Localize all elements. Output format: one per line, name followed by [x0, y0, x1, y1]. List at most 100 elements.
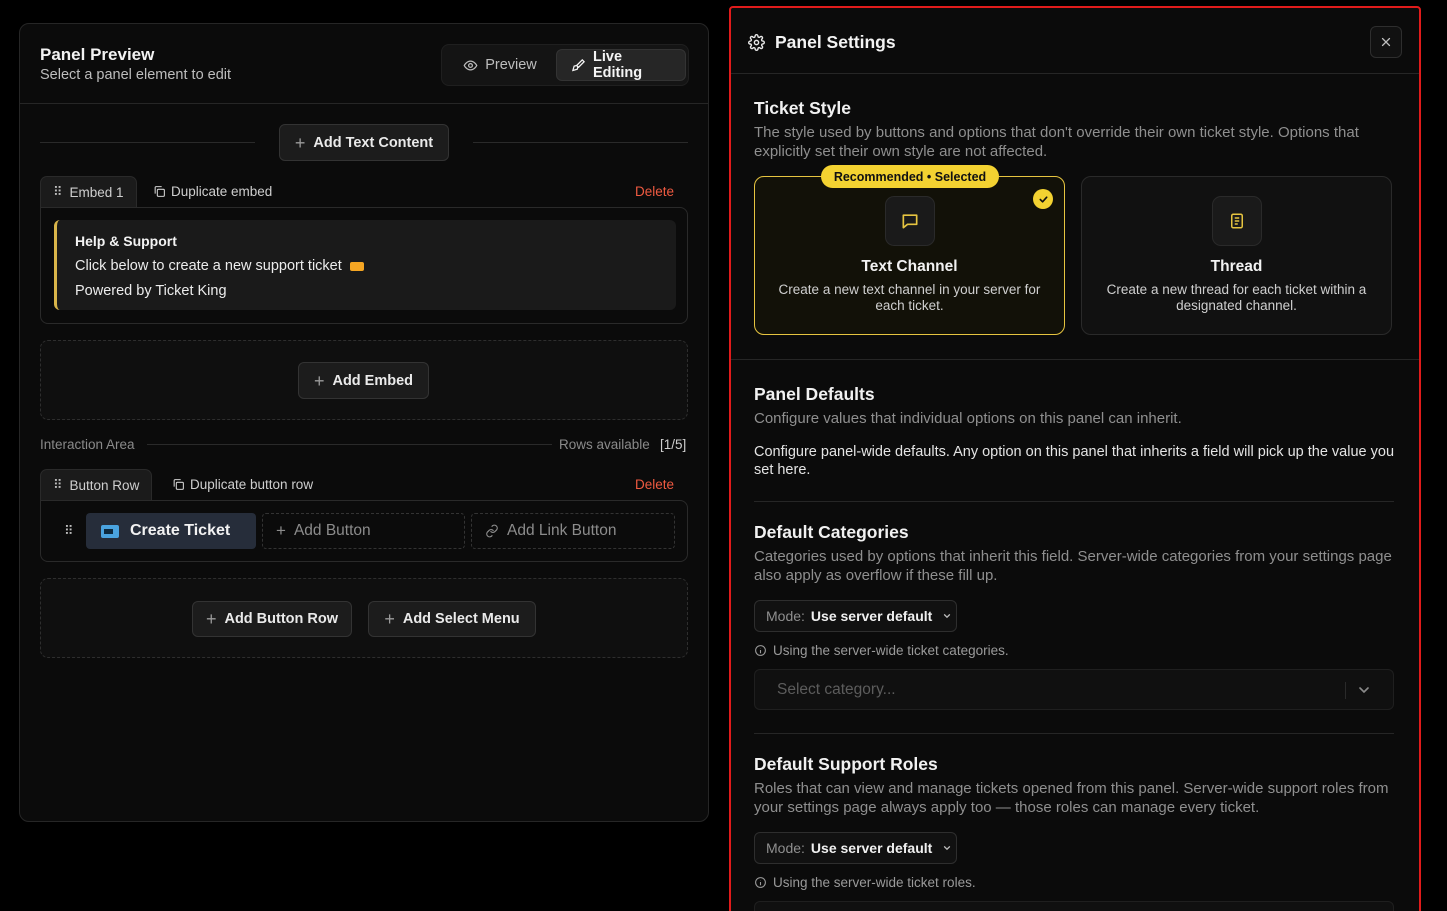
categories-mode-select[interactable]: Mode: Use server default [754, 600, 957, 632]
live-editing-button[interactable]: Live Editing [556, 49, 686, 81]
rows-available-count: [1/5] [660, 437, 687, 452]
add-link-button-label: Add Link Button [507, 522, 617, 539]
duplicate-embed-label: Duplicate embed [171, 184, 273, 199]
interaction-area-label: Interaction Area [40, 437, 135, 452]
roles-mode-select[interactable]: Mode: Use server default [754, 832, 957, 864]
tab-embed-1[interactable]: ⠿ Embed 1 [40, 176, 137, 207]
select-separator [1345, 682, 1346, 699]
plus-icon: + [313, 370, 325, 391]
close-icon [1380, 36, 1392, 48]
mode-label: Mode: [766, 608, 805, 624]
roles-info: Using the server-wide ticket roles. [754, 875, 976, 890]
panel-settings-title: Panel Settings [775, 32, 896, 52]
chevron-down-icon [942, 843, 952, 853]
panel-defaults-heading: Panel Defaults [754, 384, 875, 404]
panel-defaults-note: Configure panel-wide defaults. Any optio… [754, 444, 1395, 478]
delete-embed-button[interactable]: Delete [635, 184, 674, 199]
close-button[interactable] [1370, 26, 1402, 58]
add-embed-area: + Add Embed [40, 340, 688, 420]
embed-tab-label: Embed 1 [69, 184, 124, 200]
embed-card[interactable]: Help & Support Click below to create a n… [54, 220, 676, 310]
category-select-placeholder: Select category... [777, 681, 896, 698]
roles-info-text: Using the server-wide ticket roles. [773, 875, 976, 890]
info-icon [754, 644, 767, 657]
divider [473, 142, 688, 143]
embed-footer: Powered by Ticket King [75, 283, 227, 299]
duplicate-embed-button[interactable]: Duplicate embed [153, 184, 272, 199]
mode-label: Mode: [766, 840, 805, 856]
text-channel-description: Create a new text channel in your server… [778, 282, 1041, 313]
default-support-roles-description: Roles that can view and manage tickets o… [754, 780, 1389, 816]
button-row-tab-label: Button Row [69, 477, 140, 493]
brush-icon [571, 58, 586, 73]
duplicate-button-row-button[interactable]: Duplicate button row [172, 477, 313, 492]
delete-button-row-button[interactable]: Delete [635, 477, 674, 492]
add-button-button[interactable]: + Add Button [262, 513, 465, 549]
thread-option[interactable]: Thread Create a new thread for each tick… [1081, 176, 1392, 335]
chevron-down-icon[interactable] [1356, 682, 1372, 698]
mode-value: Use server default [810, 840, 933, 856]
add-button-row-label: Add Button Row [224, 611, 339, 627]
panel-preview-title: Panel Preview [40, 45, 155, 64]
add-embed-label: Add Embed [332, 372, 414, 389]
category-select[interactable]: Select category... [754, 669, 1394, 710]
plus-icon: + [294, 132, 306, 153]
panel-preview-header: Panel Preview Select a panel element to … [20, 24, 708, 104]
add-text-content-button[interactable]: + Add Text Content [279, 124, 449, 161]
add-button-row-button[interactable]: + Add Button Row [192, 601, 352, 637]
embed-container: Help & Support Click below to create a n… [40, 207, 688, 324]
drag-handle-icon[interactable]: ⠿ [53, 184, 62, 200]
mode-toggle: Preview Live Editing [441, 44, 689, 86]
copy-icon [172, 478, 185, 491]
rows-available-label: Rows available [559, 437, 650, 452]
embed-description: Click below to create a new support tick… [75, 258, 342, 274]
chat-bubble-icon [885, 196, 935, 246]
panel-settings: Panel Settings Ticket Style The style us… [729, 6, 1421, 911]
add-embed-button[interactable]: + Add Embed [298, 362, 429, 399]
preview-mode-button[interactable]: Preview [446, 49, 554, 81]
text-channel-title: Text Channel [861, 258, 958, 275]
panel-settings-header: Panel Settings [731, 8, 1419, 74]
embed-description-row: Click below to create a new support tick… [75, 258, 364, 274]
divider [754, 733, 1394, 734]
add-button-label: Add Button [293, 522, 371, 539]
text-channel-option[interactable]: Text Channel Create a new text channel i… [754, 176, 1065, 335]
divider [754, 501, 1394, 502]
eye-icon [463, 58, 478, 73]
default-categories-description: Categories used by options that inherit … [754, 548, 1392, 584]
panel-preview: Panel Preview Select a panel element to … [19, 23, 709, 822]
tab-button-row[interactable]: ⠿ Button Row [40, 469, 153, 500]
add-select-menu-button[interactable]: + Add Select Menu [368, 601, 536, 637]
default-support-roles-heading: Default Support Roles [754, 754, 938, 774]
add-select-menu-label: Add Select Menu [402, 611, 520, 627]
ticket-style-heading: Ticket Style [754, 98, 851, 118]
duplicate-button-row-label: Duplicate button row [190, 477, 314, 492]
add-link-button-button[interactable]: Add Link Button [471, 513, 675, 549]
plus-icon: + [384, 609, 395, 629]
gear-icon [748, 34, 765, 51]
ticket-emoji-icon [349, 261, 364, 271]
add-text-content-label: Add Text Content [313, 134, 434, 151]
drag-handle-icon[interactable]: ⠿ [64, 523, 73, 539]
copy-icon [153, 185, 166, 198]
link-icon [485, 524, 499, 538]
ticket-icon [101, 524, 119, 538]
default-categories-heading: Default Categories [754, 522, 909, 542]
live-editing-label: Live Editing [593, 49, 643, 81]
plus-icon: + [205, 609, 217, 629]
panel-preview-subtitle: Select a panel element to edit [40, 67, 232, 83]
chevron-down-icon [942, 611, 952, 621]
divider [731, 359, 1419, 360]
thread-icon [1212, 196, 1262, 246]
divider [40, 142, 255, 143]
create-ticket-button[interactable]: Create Ticket [86, 513, 256, 549]
info-icon [754, 876, 767, 889]
preview-mode-label: Preview [485, 57, 537, 73]
plus-icon: + [276, 521, 286, 540]
thread-title: Thread [1210, 258, 1263, 275]
drag-handle-icon[interactable]: ⠿ [53, 477, 62, 493]
add-row-area: + Add Button Row + Add Select Menu [40, 578, 688, 658]
roles-select[interactable] [754, 901, 1394, 911]
categories-info: Using the server-wide ticket categories. [754, 643, 1009, 658]
divider [147, 444, 552, 445]
